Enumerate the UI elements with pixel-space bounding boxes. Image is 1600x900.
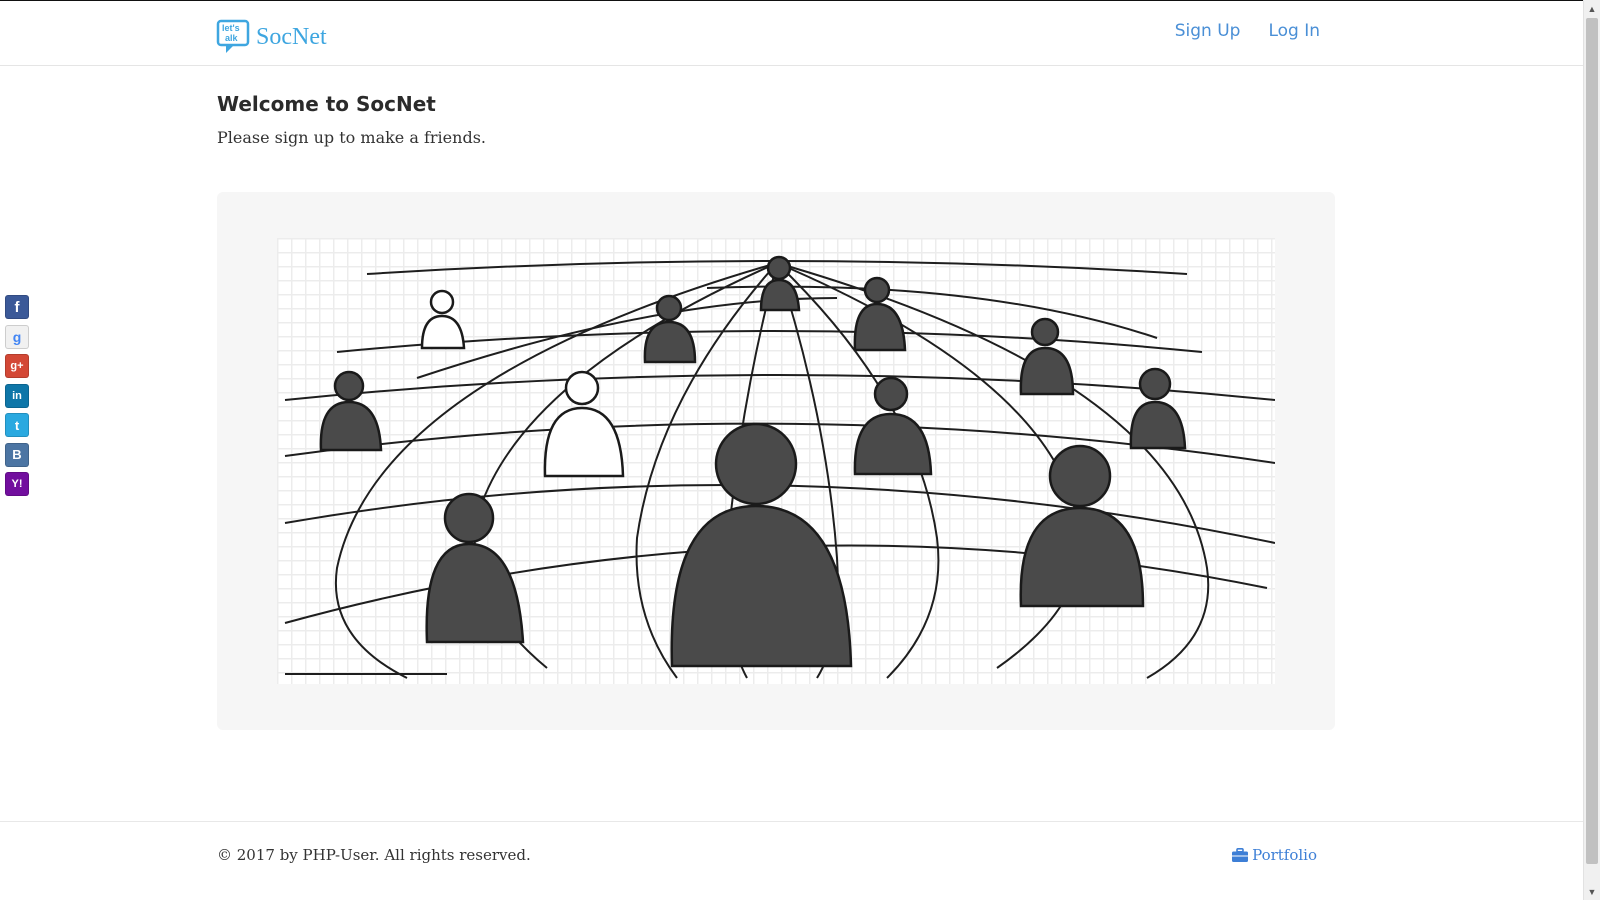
google-plus-icon[interactable]: g+	[5, 354, 29, 378]
briefcase-icon	[1232, 848, 1249, 862]
svg-text:let's: let's	[222, 23, 240, 33]
twitter-icon[interactable]: t	[5, 413, 29, 437]
brand-link[interactable]: let's alk SocNet	[216, 17, 327, 57]
footer: © 2017 by PHP-User. All rights reserved.…	[0, 821, 1583, 900]
network-sketch-image	[284, 255, 1275, 679]
brand-name: SocNet	[256, 23, 327, 50]
vertical-scrollbar[interactable]: ▲ ▼	[1583, 0, 1600, 900]
scroll-down-arrow-icon[interactable]: ▼	[1584, 883, 1600, 900]
linkedin-icon[interactable]: in	[5, 383, 29, 408]
log-in-link[interactable]: Log In	[1268, 21, 1320, 41]
yahoo-icon[interactable]: Y!	[5, 472, 29, 496]
page-subtitle: Please sign up to make a friends.	[217, 128, 486, 147]
scroll-up-arrow-icon[interactable]: ▲	[1584, 0, 1600, 17]
vk-icon[interactable]: B	[5, 442, 29, 467]
nav-links: Sign Up Log In	[1147, 21, 1320, 41]
svg-text:alk: alk	[225, 33, 239, 43]
hero-panel	[217, 192, 1335, 730]
portfolio-link[interactable]: Portfolio	[1232, 846, 1317, 864]
lets-talk-logo-icon: let's alk	[216, 19, 250, 53]
social-network-illustration	[277, 238, 1275, 684]
facebook-icon[interactable]: f	[5, 295, 29, 319]
sign-up-link[interactable]: Sign Up	[1175, 21, 1241, 41]
portfolio-label: Portfolio	[1252, 846, 1317, 864]
social-share-bar: f g g+ in t B Y!	[5, 295, 29, 502]
page-title: Welcome to SocNet	[217, 92, 436, 116]
scrollbar-thumb[interactable]	[1586, 18, 1598, 864]
copyright-text: © 2017 by PHP-User. All rights reserved.	[217, 846, 531, 864]
navbar: let's alk SocNet Sign Up Log In	[0, 1, 1583, 66]
google-icon[interactable]: g	[5, 324, 29, 349]
